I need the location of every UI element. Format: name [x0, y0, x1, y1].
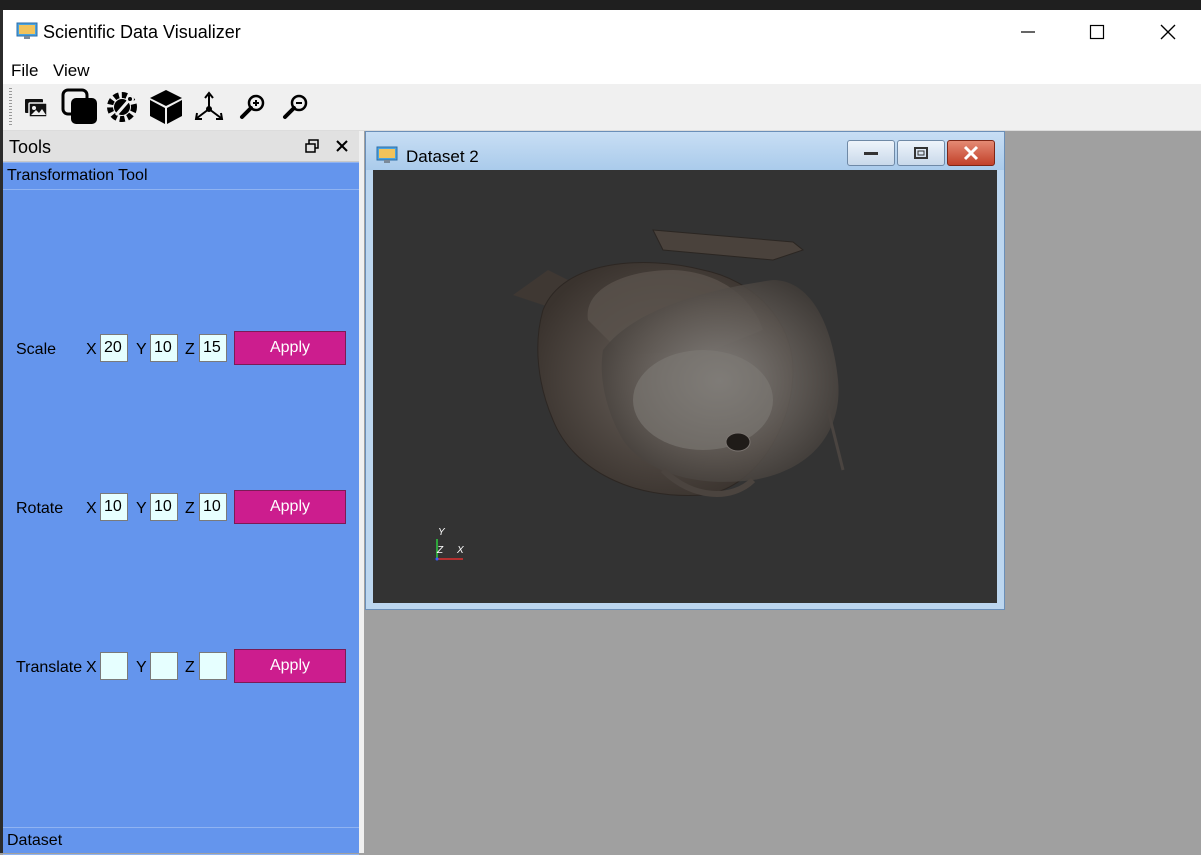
app-icon: [16, 22, 38, 39]
dataset-section-header[interactable]: Dataset: [3, 827, 359, 855]
subwindow-close-button[interactable]: [947, 140, 995, 166]
scale-label: Scale: [16, 341, 57, 358]
rotate-y-label: Y: [136, 500, 147, 517]
zoom-in-icon: [240, 94, 265, 119]
dock-title-bar: Tools: [3, 131, 359, 162]
menu-file[interactable]: File: [11, 61, 38, 81]
translate-y-input[interactable]: [150, 652, 178, 680]
translate-x-label: X: [86, 659, 97, 676]
subwindow-maximize-button[interactable]: [897, 140, 945, 166]
rotate-label: Rotate: [16, 500, 64, 517]
top-strip: [0, 0, 1201, 10]
menu-bar: File View: [3, 56, 1201, 84]
translate-x-input[interactable]: [100, 652, 128, 680]
scale-x-label: X: [86, 341, 97, 358]
gear-wrench-icon: [107, 92, 137, 122]
float-icon: [305, 139, 319, 153]
scale-y-input[interactable]: 10: [150, 334, 178, 362]
scale-z-input[interactable]: 15: [199, 334, 227, 362]
window-title: Scientific Data Visualizer: [43, 22, 241, 42]
maximize-button[interactable]: [1062, 10, 1132, 54]
axis-y-label: Y: [438, 527, 445, 538]
minimize-icon: [1021, 31, 1035, 33]
menu-view[interactable]: View: [53, 61, 90, 81]
cube-icon: [150, 90, 182, 124]
rotate-y-input[interactable]: 10: [150, 493, 178, 521]
rotate-z-label: Z: [185, 500, 195, 517]
subwindow-title: Dataset 2: [406, 147, 479, 166]
close-icon: [963, 145, 979, 161]
dock-splitter[interactable]: [359, 131, 364, 853]
axes-button[interactable]: [189, 87, 229, 127]
translate-apply-button[interactable]: Apply: [234, 649, 346, 683]
close-button[interactable]: [1133, 10, 1201, 54]
translate-label: Translate: [16, 659, 83, 676]
zoom-out-icon: [283, 94, 308, 119]
copy-icon: [61, 88, 97, 124]
transformation-tool-header[interactable]: Transformation Tool: [3, 162, 359, 190]
zoom-out-button[interactable]: [276, 87, 316, 127]
close-icon: [1160, 24, 1176, 40]
dock-title: Tools: [9, 137, 52, 157]
dataset-subwindow[interactable]: Dataset 2 Y Z X: [365, 131, 1005, 610]
toolbar: [3, 84, 1201, 131]
dataset-section-label: Dataset: [7, 832, 63, 849]
rotate-apply-button[interactable]: Apply: [234, 490, 346, 524]
tools-dock: Tools Transformation Tool Scale X 20 Y 1…: [3, 131, 359, 855]
zoom-in-button[interactable]: [233, 87, 273, 127]
minimize-button[interactable]: [993, 10, 1063, 54]
image-stack-icon: [25, 99, 48, 118]
maximize-icon: [914, 147, 928, 159]
scale-apply-button[interactable]: Apply: [234, 331, 346, 365]
axis-x-label: X: [457, 545, 464, 556]
section-label: Transformation Tool: [7, 167, 148, 184]
open-image-button[interactable]: [17, 87, 57, 127]
rotate-z-input[interactable]: 10: [199, 493, 227, 521]
rotate-x-label: X: [86, 500, 97, 517]
axis-z-label: Z: [437, 545, 444, 556]
scale-x-input[interactable]: 20: [100, 334, 128, 362]
close-icon: [336, 140, 348, 152]
render-viewport[interactable]: Y Z X: [373, 170, 997, 603]
subwindow-title-bar[interactable]: Dataset 2: [366, 132, 1004, 170]
minimize-icon: [864, 152, 878, 155]
scale-y-label: Y: [136, 341, 147, 358]
app-icon: [376, 146, 398, 163]
translate-z-label: Z: [185, 659, 195, 676]
subwindow-minimize-button[interactable]: [847, 140, 895, 166]
settings-button[interactable]: [102, 87, 142, 127]
toolbar-grip[interactable]: [9, 88, 12, 126]
maximize-icon: [1089, 24, 1105, 40]
rotate-x-input[interactable]: 10: [100, 493, 128, 521]
translate-z-input[interactable]: [199, 652, 227, 680]
dock-close-button[interactable]: [333, 137, 351, 155]
copy-button[interactable]: [60, 87, 100, 127]
scale-z-label: Z: [185, 341, 195, 358]
axes-icon: [194, 91, 224, 120]
translate-y-label: Y: [136, 659, 147, 676]
title-bar: Scientific Data Visualizer: [3, 10, 1201, 56]
cube-view-button[interactable]: [146, 87, 186, 127]
dock-float-button[interactable]: [303, 137, 321, 155]
